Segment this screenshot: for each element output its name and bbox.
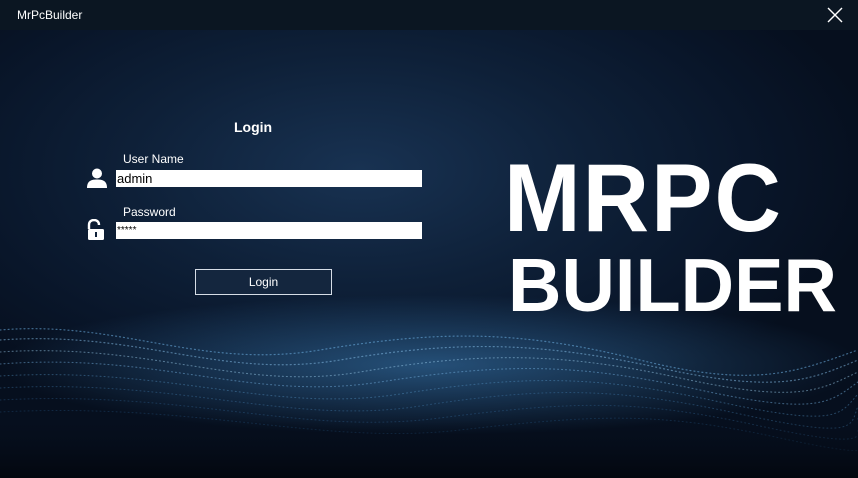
username-input[interactable] [116, 170, 422, 187]
mrpc-builder-logo: MRPC BUILDER [500, 144, 837, 330]
password-label: Password [123, 205, 176, 219]
title-bar[interactable]: MrPcBuilder [0, 0, 858, 31]
user-icon [87, 168, 107, 188]
close-button[interactable] [824, 4, 846, 26]
logo-line-mrpc: MRPC [504, 144, 783, 252]
close-icon [827, 7, 843, 23]
login-button[interactable]: Login [195, 269, 332, 295]
login-heading: Login [234, 119, 273, 135]
password-input[interactable] [116, 222, 422, 239]
login-window: MrPcBuilder Login User Name admin Passwo… [0, 0, 858, 478]
unlock-icon [87, 219, 104, 240]
logo-line-builder: BUILDER [508, 242, 837, 328]
username-label: User Name [123, 152, 184, 166]
window-title: MrPcBuilder [17, 8, 83, 22]
login-panel: Login User Name Password Login MRPC BUIL… [0, 30, 858, 478]
